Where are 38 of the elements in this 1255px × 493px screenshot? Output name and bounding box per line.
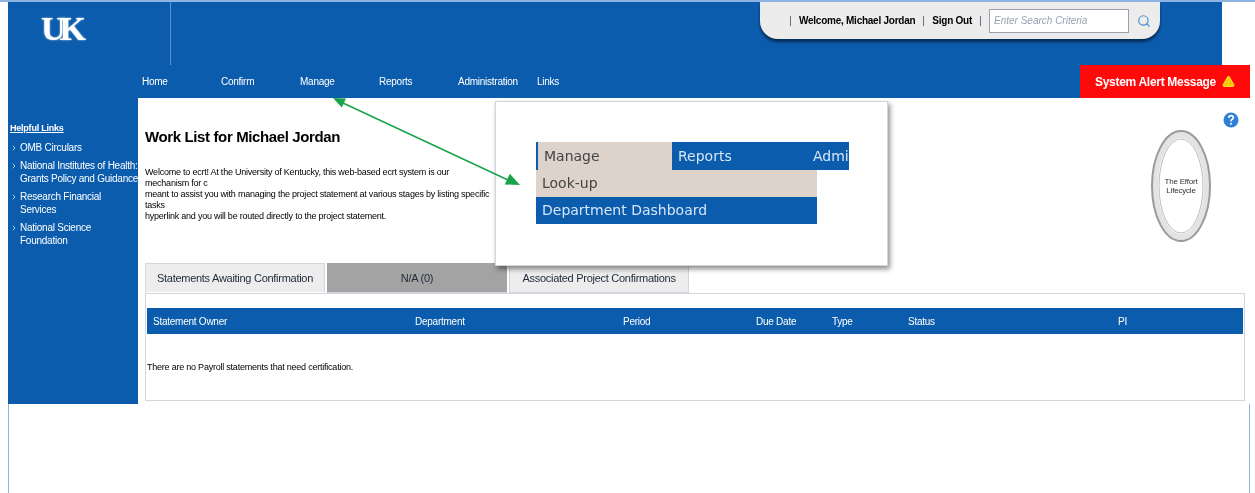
- sign-out-link[interactable]: Sign Out: [932, 13, 972, 28]
- column-header: Type: [832, 314, 854, 329]
- column-header: Period: [623, 314, 652, 329]
- system-alert-button[interactable]: System Alert Message: [1080, 65, 1250, 98]
- nav-link[interactable]: Reports: [379, 74, 458, 89]
- dropdown-item[interactable]: Look-up: [536, 170, 817, 197]
- menu-item[interactable]: Reports: [672, 142, 807, 170]
- search-icon[interactable]: [1137, 13, 1151, 28]
- sidebar-link[interactable]: National Science Foundation: [20, 220, 138, 247]
- nav-link[interactable]: Home: [142, 74, 221, 89]
- sidebar-link[interactable]: OMB Circulars: [20, 140, 82, 154]
- dropdown-item[interactable]: Department Dashboard: [536, 197, 817, 224]
- sidebar-link[interactable]: National Institutes of Health: Grants Policy and Guidance: [20, 158, 138, 185]
- lifecycle-label: The Effort Lifecycle: [1163, 177, 1199, 195]
- sidebar-heading-link[interactable]: Helpful Links: [10, 122, 138, 136]
- column-header: Statement Owner: [153, 314, 229, 329]
- column-header: Department: [415, 314, 466, 329]
- intro-text: hyperlink and you will be routed directly to the project statement.: [145, 210, 388, 222]
- menu-item[interactable]: Admi: [807, 142, 849, 170]
- column-header: Status: [908, 314, 936, 329]
- empty-message: There are no Payroll statements that need certification.: [147, 361, 354, 374]
- nav-link[interactable]: Administration: [458, 74, 537, 89]
- tab[interactable]: Statements Awaiting Confirmation: [145, 263, 325, 293]
- page-title: Work List for Michael Jordan: [145, 127, 342, 147]
- nav-link[interactable]: Links: [537, 74, 616, 89]
- nav-link[interactable]: Confirm: [221, 74, 300, 89]
- search-field[interactable]: Enter Search Criteria: [989, 8, 1129, 33]
- chevron-icon: [10, 192, 18, 201]
- column-header: Due Date: [756, 314, 798, 329]
- logo: UK: [41, 9, 80, 49]
- sidebar-link[interactable]: Research Financial Services: [20, 189, 138, 216]
- chevron-icon: [10, 223, 18, 232]
- warning-icon: [1221, 75, 1235, 88]
- welcome-text: Welcome, Michael Jordan: [799, 14, 916, 28]
- menu-item[interactable]: Manage: [536, 142, 672, 170]
- nav-link[interactable]: Manage: [300, 74, 379, 89]
- column-header: PI: [1118, 314, 1128, 329]
- help-icon[interactable]: [1223, 112, 1239, 128]
